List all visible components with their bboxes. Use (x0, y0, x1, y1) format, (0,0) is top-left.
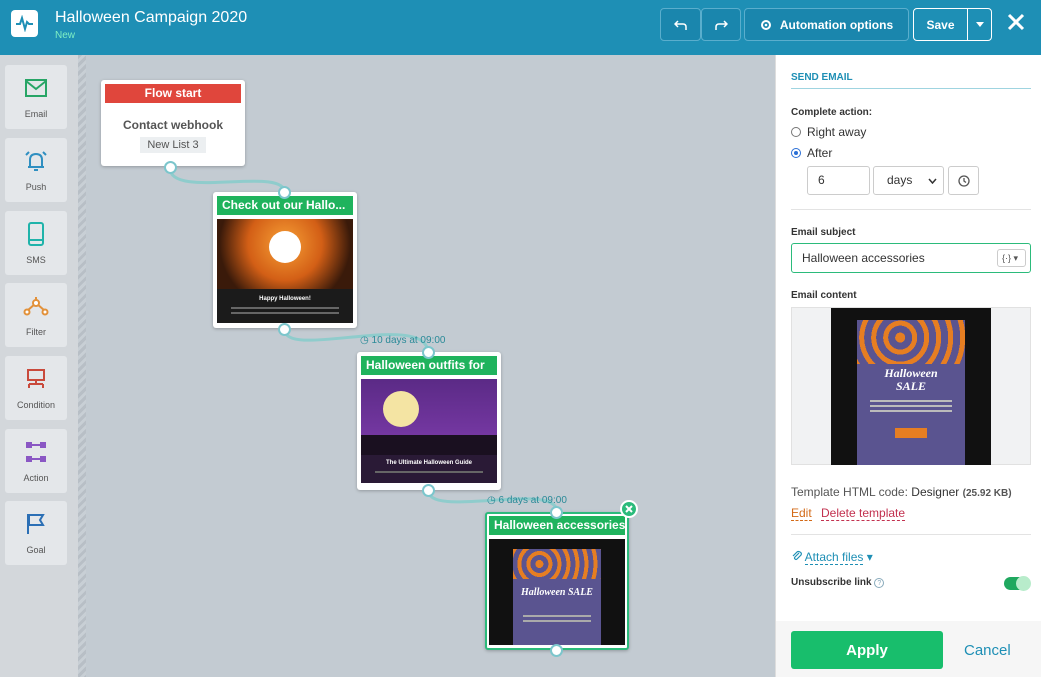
radio-right-away-label: Right away (807, 125, 867, 139)
trigger-title: Contact webhook (122, 118, 223, 132)
preview-pumpkins-image (513, 549, 601, 579)
email-node-1-preview-title: Happy Halloween! (259, 296, 311, 302)
clock-icon (958, 175, 970, 187)
template-type: Designer (911, 485, 960, 499)
chevron-down-icon (928, 178, 937, 184)
delay-label-2: ◷ 6 days at 09:00 (487, 495, 567, 506)
time-picker-button[interactable] (948, 166, 979, 195)
connector-dot[interactable] (550, 644, 563, 657)
preview-text-line (231, 307, 339, 309)
complete-action-label: Complete action: (791, 107, 873, 118)
save-button-group: Save (913, 8, 992, 41)
radio-after[interactable]: After (791, 146, 832, 160)
panel-footer: Apply Cancel (776, 621, 1041, 677)
preview-moon (383, 391, 419, 427)
email-node-3-preview-title: Halloween SALE (521, 587, 593, 598)
preview-cta-button (895, 428, 927, 438)
connector-dot[interactable] (278, 323, 291, 336)
connector-dot[interactable] (422, 484, 435, 497)
delay-unit-select[interactable]: days (873, 166, 944, 195)
email-subject-value: Halloween accessories (802, 251, 925, 265)
attach-files-label: Attach files (804, 550, 864, 565)
divider (791, 534, 1031, 535)
email-node-3-preview: Halloween SALE (489, 539, 625, 645)
edit-template-link[interactable]: Edit (791, 506, 812, 521)
email-node-1[interactable]: Check out our Hallo... Happy Halloween! (213, 192, 357, 328)
attach-files-link[interactable]: Attach files ▾ (791, 550, 873, 565)
delay-label-1: ◷ 10 days at 09:00 (360, 335, 446, 346)
sale-badge (269, 231, 301, 263)
email-node-2-preview: The Ultimate Halloween Guide (361, 379, 497, 483)
save-button[interactable]: Save (914, 9, 968, 40)
divider (791, 209, 1031, 210)
trigger-list-badge: New List 3 (140, 137, 206, 153)
template-info: Template HTML code: Designer (25.92 KB) (791, 485, 1012, 499)
insert-variable-button[interactable]: {·} ▾ (997, 249, 1026, 267)
paperclip-icon (792, 550, 802, 561)
save-dropdown-button[interactable] (968, 9, 991, 40)
preview-heading-2: SALE (895, 379, 926, 393)
template-size: (25.92 KB) (962, 488, 1012, 499)
email-subject-label: Email subject (791, 227, 856, 238)
radio-after-control[interactable] (791, 148, 801, 158)
connector-dot[interactable] (422, 346, 435, 359)
email-node-2[interactable]: Halloween outfits for The Ultimate Hallo… (357, 352, 501, 490)
flow-start-header: Flow start (105, 84, 241, 103)
close-icon[interactable] (1004, 10, 1028, 34)
email-node-3-selected[interactable]: Halloween accessories Halloween SALE (485, 512, 629, 650)
preview-text-line (870, 410, 952, 412)
delay-unit-value: days (887, 173, 913, 187)
delete-template-link[interactable]: Delete template (821, 506, 906, 521)
preview-text-line (375, 471, 483, 473)
flow-start-node[interactable]: Flow start Contact webhook New List 3 (101, 80, 245, 166)
delay-text-2: 6 days at 09:00 (498, 495, 567, 506)
panel-title-underline (791, 88, 1031, 89)
apply-button[interactable]: Apply (791, 631, 943, 669)
preview-text-line (870, 400, 952, 402)
close-icon (625, 505, 633, 513)
connector-dot[interactable] (278, 186, 291, 199)
preview-text-line (523, 620, 591, 622)
email-node-1-preview: Happy Halloween! (217, 219, 353, 323)
remove-node-button[interactable] (620, 500, 638, 518)
unsubscribe-label-text: Unsubscribe link (791, 577, 872, 588)
preview-ground (361, 435, 497, 455)
unsubscribe-toggle[interactable] (1004, 576, 1031, 591)
cancel-button[interactable]: Cancel (964, 642, 1011, 659)
connector-dot[interactable] (164, 161, 177, 174)
preview-text-line (523, 615, 591, 617)
send-email-panel: SEND EMAIL Complete action: Right away A… (775, 55, 1041, 677)
radio-after-label: After (807, 146, 833, 160)
delay-value-input[interactable]: 6 (807, 166, 870, 195)
help-icon[interactable]: ? (874, 578, 885, 588)
email-node-2-preview-title: The Ultimate Halloween Guide (385, 460, 472, 466)
email-content-label: Email content (791, 290, 857, 301)
email-content-preview[interactable]: Halloween SALE (791, 307, 1031, 465)
template-info-label: Template HTML code: (791, 485, 908, 499)
preview-text-line (231, 312, 339, 314)
automation-options-label: Automation options (779, 17, 894, 32)
delay-text-1: 10 days at 09:00 (371, 335, 446, 346)
radio-right-away[interactable]: Right away (791, 125, 866, 139)
panel-title: SEND EMAIL (791, 72, 853, 83)
radio-right-away-control[interactable] (791, 127, 801, 137)
preview-pumpkins-image (857, 320, 965, 364)
unsubscribe-label: Unsubscribe link ? (791, 577, 885, 588)
connector-dot[interactable] (550, 506, 563, 519)
chevron-down-icon (975, 22, 984, 27)
preview-text-line (870, 405, 952, 407)
email-subject-input[interactable]: Halloween accessories {·} ▾ (791, 243, 1031, 273)
